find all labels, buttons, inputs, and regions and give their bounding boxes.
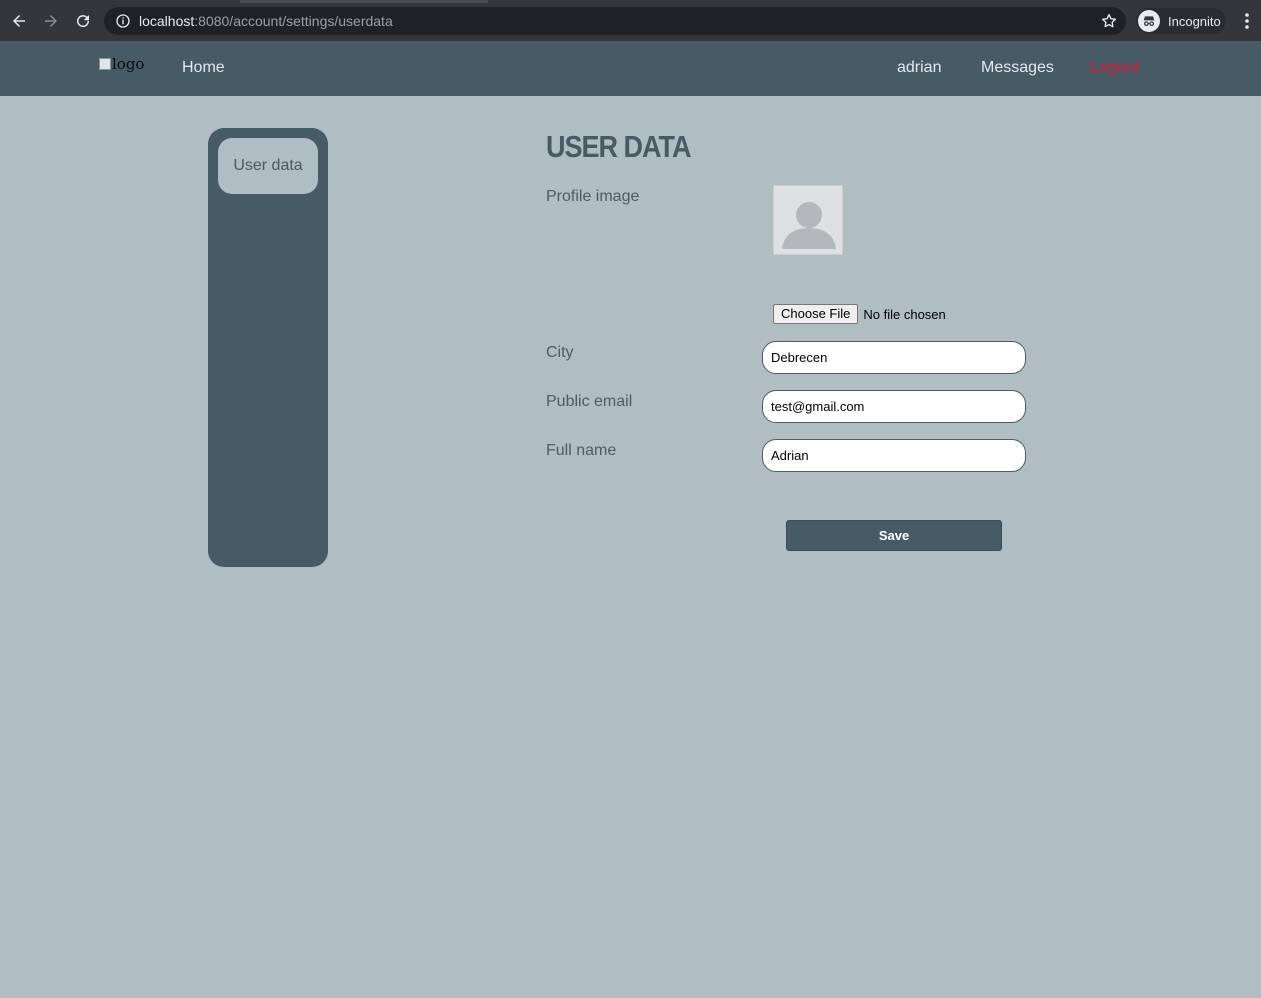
city-input[interactable]: Debrecen xyxy=(762,341,1026,374)
avatar xyxy=(773,185,843,255)
file-status-text: No file chosen xyxy=(863,306,946,322)
broken-image-icon xyxy=(99,58,111,70)
back-arrow-icon[interactable] xyxy=(8,10,30,32)
incognito-indicator[interactable]: Incognito xyxy=(1136,8,1226,34)
sidebar-item-user-data[interactable]: User data xyxy=(218,138,318,194)
bookmark-star-icon[interactable] xyxy=(1100,12,1118,30)
reload-icon[interactable] xyxy=(72,10,94,32)
browser-menu-icon[interactable] xyxy=(1239,11,1255,31)
address-bar[interactable]: localhost:8080/account/settings/userdata xyxy=(104,7,1126,35)
nav-messages-link[interactable]: Messages xyxy=(981,59,1054,77)
site-info-icon[interactable] xyxy=(115,13,131,29)
default-user-icon xyxy=(782,202,836,249)
incognito-icon xyxy=(1138,10,1160,32)
nav-username-link[interactable]: adrian xyxy=(897,59,941,77)
full-name-label: Full name xyxy=(546,442,617,459)
nav-logout-link[interactable]: Logout xyxy=(1090,59,1139,77)
incognito-label: Incognito xyxy=(1168,13,1221,29)
profile-image-file-input[interactable]: Choose File No file chosen xyxy=(773,304,946,324)
choose-file-button[interactable]: Choose File xyxy=(773,304,859,324)
url-text: localhost:8080/account/settings/userdata xyxy=(139,13,393,29)
save-button[interactable]: Save xyxy=(786,520,1002,551)
city-label: City xyxy=(546,344,574,361)
site-navbar: logo Home adrian Messages Logout xyxy=(0,41,1261,96)
public-email-label: Public email xyxy=(546,393,633,410)
profile-image-label: Profile image xyxy=(546,188,640,205)
full-name-input[interactable]: Adrian xyxy=(762,439,1026,472)
forward-arrow-icon[interactable] xyxy=(40,10,62,32)
settings-sidebar: User data xyxy=(208,128,328,567)
public-email-input[interactable]: test@gmail.com xyxy=(762,390,1026,423)
tab-strip xyxy=(240,0,488,3)
logo[interactable]: logo xyxy=(99,55,144,73)
browser-toolbar: localhost:8080/account/settings/userdata… xyxy=(0,0,1261,41)
nav-home-link[interactable]: Home xyxy=(182,59,225,77)
page-title: USER DATA xyxy=(546,130,691,164)
